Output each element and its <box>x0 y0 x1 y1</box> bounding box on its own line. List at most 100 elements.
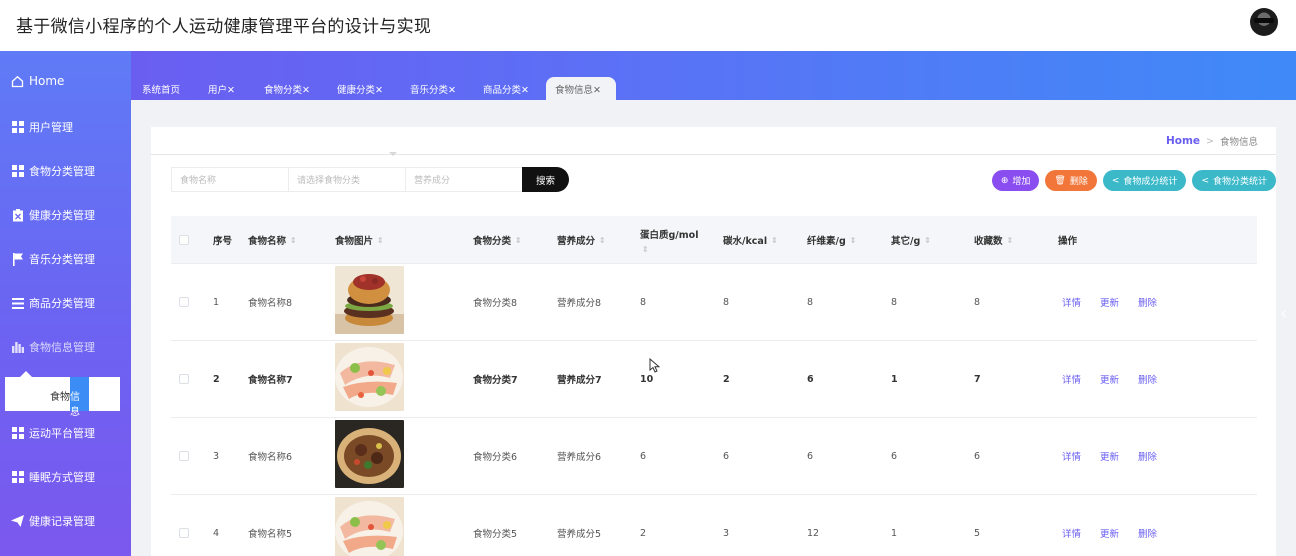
sort-icon[interactable]: ⇕ <box>290 236 297 245</box>
sort-icon[interactable]: ⇕ <box>599 236 606 245</box>
sidebar-item-health-record[interactable]: 健康记录管理 <box>0 506 131 536</box>
tab-music-category[interactable]: 音乐分类✕ <box>401 77 465 100</box>
tab-food-info[interactable]: 食物信息✕ <box>546 77 616 100</box>
sidebar-item-home[interactable]: Home <box>0 66 131 96</box>
cell-name: 食物名称7 <box>248 375 293 386</box>
divider <box>151 154 1276 155</box>
chevron-left-icon[interactable]: ‹ <box>1280 303 1287 324</box>
row-checkbox[interactable] <box>179 418 189 494</box>
delete-link[interactable]: 删除 <box>1138 264 1157 340</box>
grid-icon <box>11 471 24 484</box>
category-stat-label: 食物分类统计 <box>1212 177 1267 187</box>
col-image[interactable]: 食物图片 ⇕ <box>335 216 384 264</box>
cell-nutrition: 营养成分5 <box>557 529 602 540</box>
col-other[interactable]: 其它/g ⇕ <box>891 216 931 264</box>
nutrition-stat-button[interactable]: < 食物成分统计 <box>1102 170 1187 191</box>
sidebar-item-label: 睡眠方式管理 <box>29 471 95 484</box>
category-stat-button[interactable]: < 食物分类统计 <box>1192 170 1276 191</box>
breadcrumb-home[interactable]: Home <box>1166 135 1200 147</box>
delete-link[interactable]: 删除 <box>1138 418 1157 494</box>
delete-link[interactable]: 删除 <box>1138 341 1157 417</box>
detail-link[interactable]: 详情 <box>1062 418 1081 494</box>
update-link[interactable]: 更新 <box>1100 264 1119 340</box>
sort-icon[interactable]: ⇕ <box>771 236 778 245</box>
search-button[interactable]: 搜索 <box>522 167 569 192</box>
nutrition-input[interactable]: 营养成分 <box>405 167 522 192</box>
row-checkbox[interactable] <box>179 341 189 417</box>
breadcrumb: Home > 食物信息 <box>1166 134 1258 148</box>
detail-link[interactable]: 详情 <box>1062 341 1081 417</box>
sidebar-item-sleep-mode[interactable]: 睡眠方式管理 <box>0 462 131 492</box>
cell-carb: 6 <box>723 450 730 462</box>
flag-icon <box>11 252 24 266</box>
cell-category: 食物分类6 <box>473 452 518 463</box>
update-link[interactable]: 更新 <box>1100 341 1119 417</box>
sidebar: Home 用户管理 食物分类管理 健康分类管理 音乐分类管理 商品分类管理 食物… <box>0 51 131 556</box>
tab-health-category[interactable]: 健康分类✕ <box>328 77 392 100</box>
sidebar-item-product-category[interactable]: 商品分类管理 <box>0 288 131 318</box>
col-fiber[interactable]: 纤维素/g ⇕ <box>807 216 856 264</box>
col-name[interactable]: 食物名称 ⇕ <box>248 216 297 264</box>
col-nutrition[interactable]: 营养成分 ⇕ <box>557 216 606 264</box>
table-row: 2 食物名称7 食物分类7 营养成分7 10 2 6 1 7 详情 更新 删除 <box>171 341 1257 418</box>
delete-link[interactable]: 删除 <box>1138 495 1157 556</box>
tab-product-category[interactable]: 商品分类✕ <box>474 77 538 100</box>
col-other-label: 其它/g <box>891 236 921 247</box>
breadcrumb-separator: > <box>1206 135 1214 147</box>
col-category[interactable]: 食物分类 ⇕ <box>473 216 522 264</box>
cell-fav: 6 <box>974 450 981 462</box>
sidebar-item-label: 运动平台管理 <box>29 427 95 440</box>
sidebar-item-food-category[interactable]: 食物分类管理 <box>0 156 131 186</box>
sort-icon[interactable]: ⇕ <box>850 236 857 245</box>
add-button[interactable]: ⊕ 增加 <box>991 170 1040 191</box>
col-protein[interactable]: 蛋白质g/mol ⇕ <box>640 216 698 264</box>
sidebar-item-food-info[interactable]: 食物信息管理 <box>0 332 131 362</box>
tab-home[interactable]: 系统首页 <box>133 77 189 100</box>
caret-down-icon <box>389 152 397 156</box>
sort-icon[interactable]: ⇕ <box>924 236 931 245</box>
tab-strip: 系统首页 用户✕ 食物分类✕ 健康分类✕ 音乐分类✕ 商品分类✕ 食物信息✕ <box>131 51 1296 100</box>
cell-other: 1 <box>891 527 898 539</box>
select-all-checkbox[interactable] <box>179 216 189 264</box>
avatar[interactable] <box>1250 8 1278 36</box>
sidebar-item-label: 食物分类管理 <box>29 165 95 178</box>
tab-users[interactable]: 用户✕ <box>199 77 244 100</box>
sort-icon[interactable]: ⇕ <box>377 236 384 245</box>
cell-other: 8 <box>891 296 898 308</box>
cell-fiber: 6 <box>807 373 814 385</box>
add-button-label: 增加 <box>1012 177 1031 187</box>
top-header: 基于微信小程序的个人运动健康管理平台的设计与实现 <box>0 0 1296 51</box>
row-checkbox[interactable] <box>179 495 189 556</box>
cell-index: 3 <box>213 450 220 462</box>
sidebar-item-music-category[interactable]: 音乐分类管理 <box>0 244 131 274</box>
food-category-select[interactable]: 请选择食物分类 <box>288 167 405 192</box>
row-checkbox[interactable] <box>179 264 189 340</box>
sidebar-item-label: 音乐分类管理 <box>29 253 95 266</box>
sort-icon[interactable]: ⇕ <box>1007 236 1014 245</box>
sort-icon[interactable]: ⇕ <box>515 236 522 245</box>
sort-icon[interactable]: ⇕ <box>642 245 649 254</box>
cell-other: 6 <box>891 450 898 462</box>
cell-fiber: 6 <box>807 450 814 462</box>
submenu-label-highlight: 信息 <box>70 392 80 418</box>
food-name-input[interactable]: 食物名称 <box>171 167 288 192</box>
cell-fiber: 8 <box>807 296 814 308</box>
sidebar-item-users[interactable]: 用户管理 <box>0 112 131 142</box>
detail-link-label: 详情 <box>1062 529 1082 540</box>
sidebar-item-health-category[interactable]: 健康分类管理 <box>0 200 131 230</box>
update-link-label: 更新 <box>1100 529 1120 540</box>
col-ops: 操作 <box>1058 236 1078 247</box>
delete-button[interactable]: 🗑 删除 <box>1045 170 1097 191</box>
detail-link[interactable]: 详情 <box>1062 264 1081 340</box>
cell-category: 食物分类7 <box>473 375 518 386</box>
sidebar-item-label: 用户管理 <box>29 121 73 134</box>
tab-food-category[interactable]: 食物分类✕ <box>255 77 319 100</box>
update-link[interactable]: 更新 <box>1100 418 1119 494</box>
detail-link[interactable]: 详情 <box>1062 495 1081 556</box>
submenu-food-info[interactable]: 食物 信息 <box>5 371 120 418</box>
action-buttons: ⊕ 增加 🗑 删除 < 食物成分统计 < 食物分类统计 <box>991 170 1276 191</box>
sidebar-item-sport-platform[interactable]: 运动平台管理 <box>0 418 131 448</box>
col-fav[interactable]: 收藏数 ⇕ <box>974 216 1013 264</box>
col-carb[interactable]: 碳水/kcal ⇕ <box>723 216 778 264</box>
update-link[interactable]: 更新 <box>1100 495 1119 556</box>
